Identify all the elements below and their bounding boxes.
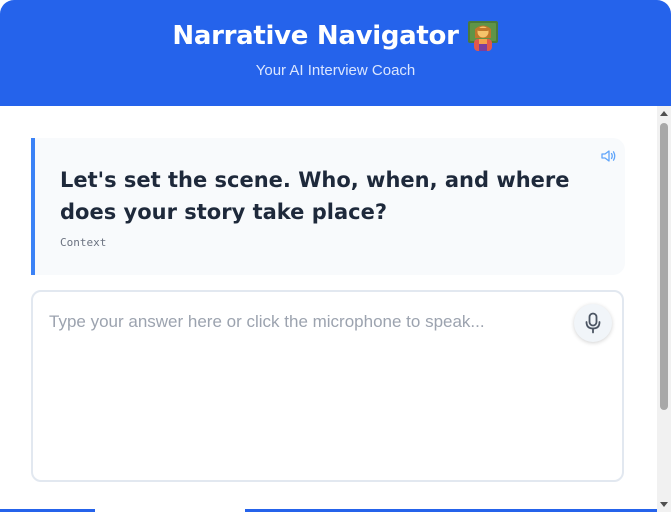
app-title: Narrative Navigator <box>172 21 459 51</box>
arrow-down-icon <box>660 502 668 507</box>
scroll-up-button[interactable] <box>657 106 671 120</box>
app-subtitle: Your AI Interview Coach <box>255 62 416 79</box>
app-header: Narrative Navigator Your AI Interview Co… <box>0 0 671 106</box>
question-text: Let's set the scene. Who, when, and wher… <box>60 168 570 224</box>
speaker-icon <box>601 150 616 162</box>
read-aloud-button[interactable] <box>599 146 619 166</box>
microphone-icon <box>585 312 601 334</box>
content-area: Let's set the scene. Who, when, and wher… <box>0 106 657 512</box>
title-row: Narrative Navigator <box>0 20 671 52</box>
answer-input[interactable] <box>33 292 622 480</box>
question-card: Let's set the scene. Who, when, and wher… <box>31 138 625 275</box>
scrollbar-thumb[interactable] <box>660 123 668 410</box>
microphone-button[interactable] <box>574 304 612 342</box>
scroll-down-button[interactable] <box>657 498 671 512</box>
teacher-emoji-icon <box>467 20 499 52</box>
arrow-up-icon <box>660 111 668 116</box>
vertical-scrollbar[interactable] <box>657 106 671 512</box>
question-category-tag: Context <box>60 236 107 249</box>
answer-box <box>31 290 624 482</box>
